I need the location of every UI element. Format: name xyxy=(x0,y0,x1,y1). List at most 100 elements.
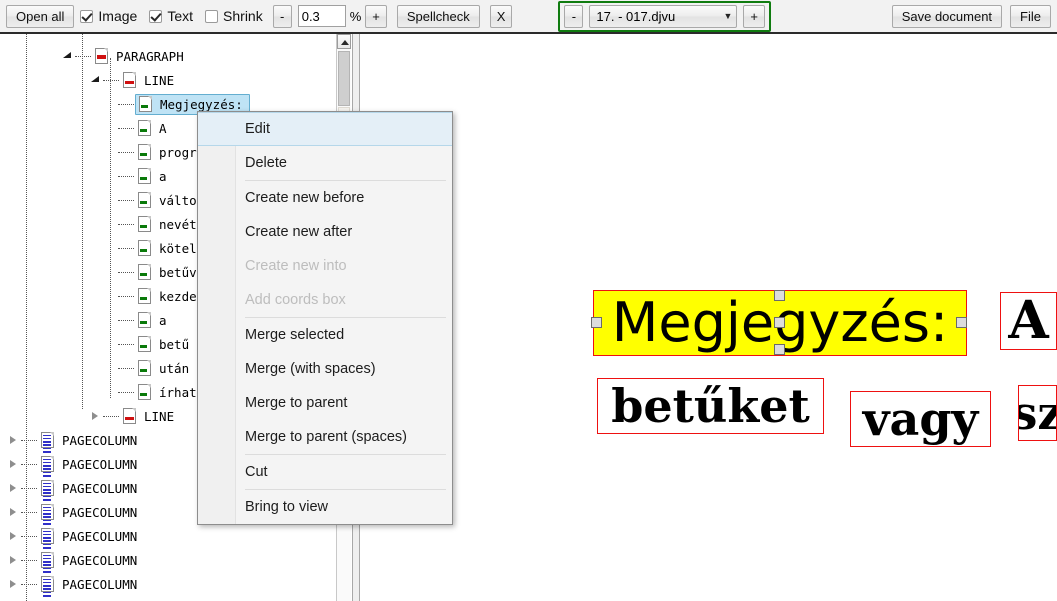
expand-arrow-icon[interactable] xyxy=(8,530,21,543)
tree-node-content[interactable]: LINE xyxy=(120,407,180,426)
tree-node-content[interactable]: PARAGRAPH xyxy=(92,47,190,66)
tree-node-content[interactable]: PAGECOLUMN xyxy=(38,575,143,594)
context-menu-item[interactable]: Bring to view xyxy=(198,490,452,524)
tree-node-content[interactable]: után xyxy=(135,359,195,378)
shrink-checkbox[interactable] xyxy=(205,10,218,23)
shrink-checkbox-wrapper[interactable]: Shrink xyxy=(205,8,263,24)
collapse-arrow-icon[interactable] xyxy=(90,74,103,87)
context-menu-item[interactable]: Cut xyxy=(198,455,452,489)
selection-resize-handle[interactable] xyxy=(774,290,785,301)
tree-node-word[interactable]: nevét xyxy=(118,212,203,236)
text-checkbox-wrapper[interactable]: Text xyxy=(149,8,193,24)
close-button[interactable]: X xyxy=(490,5,513,28)
tree-guide-line xyxy=(82,34,83,409)
tree-node-content[interactable]: A xyxy=(135,119,173,138)
collapse-arrow-icon[interactable] xyxy=(62,50,75,63)
page-next-button[interactable]: + xyxy=(743,5,765,28)
tree-node-label: PAGECOLUMN xyxy=(55,553,137,568)
tree-node-label: után xyxy=(152,361,189,376)
context-menu-item[interactable]: Merge (with spaces) xyxy=(198,352,452,386)
zoom-increase-button[interactable]: + xyxy=(365,5,387,28)
tree-node-word[interactable]: a xyxy=(118,164,173,188)
tree-node-label: A xyxy=(152,121,167,136)
context-menu-item[interactable]: Merge selected xyxy=(198,318,452,352)
tree-node-column[interactable]: PAGECOLUMN xyxy=(8,476,143,500)
expand-arrow-icon[interactable] xyxy=(8,506,21,519)
expand-arrow-icon[interactable] xyxy=(8,554,21,567)
page-select-dropdown[interactable]: 17. - 017.djvu ▼ xyxy=(589,5,737,28)
word-box[interactable]: A xyxy=(1000,292,1057,350)
tree-node-content[interactable]: PAGECOLUMN xyxy=(38,479,143,498)
column-node-icon xyxy=(40,480,55,497)
tree-connector-line xyxy=(118,296,134,297)
selection-resize-handle[interactable] xyxy=(774,344,785,355)
tree-node-content[interactable]: betű xyxy=(135,335,195,354)
context-menu-item[interactable]: Merge to parent (spaces) xyxy=(198,420,452,454)
paragraph-node-icon xyxy=(94,48,109,65)
context-menu-item[interactable]: Merge to parent xyxy=(198,386,452,420)
page-navigation-group: - 17. - 017.djvu ▼ + xyxy=(558,1,771,32)
tree-node-column[interactable]: PAGECOLUMN xyxy=(8,452,143,476)
zoom-decrease-button[interactable]: - xyxy=(273,5,292,28)
spellcheck-button[interactable]: Spellcheck xyxy=(397,5,480,28)
expand-arrow-icon[interactable] xyxy=(8,434,21,447)
word-box[interactable]: sz xyxy=(1018,385,1057,441)
tree-node-content[interactable]: a xyxy=(135,311,173,330)
image-checkbox[interactable] xyxy=(80,10,93,23)
image-checkbox-wrapper[interactable]: Image xyxy=(80,8,137,24)
selection-resize-handle[interactable] xyxy=(591,317,602,328)
column-node-icon xyxy=(40,504,55,521)
context-menu-item[interactable]: Delete xyxy=(198,146,452,180)
tree-node-word[interactable]: után xyxy=(118,356,195,380)
tree-node-column[interactable]: PAGECOLUMN xyxy=(8,428,143,452)
tree-node-column[interactable]: PAGECOLUMN xyxy=(8,500,143,524)
tree-connector-line xyxy=(118,104,134,105)
tree-node-content[interactable]: PAGECOLUMN xyxy=(38,455,143,474)
tree-node-content[interactable]: a xyxy=(135,167,173,186)
context-menu[interactable]: EditDeleteCreate new beforeCreate new af… xyxy=(197,111,453,525)
context-menu-item[interactable]: Create new before xyxy=(198,181,452,215)
tree-node-content[interactable]: LINE xyxy=(120,71,180,90)
tree-node-line[interactable]: LINE xyxy=(90,404,180,428)
tree-node-column[interactable]: PAGECOLUMN xyxy=(8,524,143,548)
tree-node-content[interactable]: PAGECOLUMN xyxy=(38,527,143,546)
selection-resize-handle[interactable] xyxy=(956,317,967,328)
text-checkbox[interactable] xyxy=(149,10,162,23)
tree-node-column[interactable]: PAGECOLUMN xyxy=(8,548,143,572)
word-box-text: sz xyxy=(1018,390,1057,436)
tree-guide-line xyxy=(110,58,111,398)
tree-node-line[interactable]: LINE xyxy=(90,68,180,92)
tree-node-word[interactable]: a xyxy=(118,308,173,332)
tree-node-word[interactable]: betű xyxy=(118,332,195,356)
page-previous-button[interactable]: - xyxy=(564,5,583,28)
context-menu-item[interactable]: Edit xyxy=(198,112,452,146)
expand-arrow-icon[interactable] xyxy=(8,482,21,495)
word-box[interactable]: vagy xyxy=(850,391,991,447)
zoom-value-input[interactable] xyxy=(298,5,346,27)
line-node-icon xyxy=(122,408,137,425)
tree-node-column[interactable]: PAGECOLUMN xyxy=(8,572,143,596)
save-document-button[interactable]: Save document xyxy=(892,5,1002,28)
tree-node-word[interactable]: A xyxy=(118,116,173,140)
tree-connector-line xyxy=(118,176,134,177)
scrollbar-thumb[interactable] xyxy=(338,51,350,106)
file-menu-button[interactable]: File xyxy=(1010,5,1051,28)
word-node-icon xyxy=(137,216,152,233)
open-all-button[interactable]: Open all xyxy=(6,5,74,28)
page-image-panel[interactable]: Megjegyzés:Abetűketvagysz xyxy=(361,34,1057,601)
tree-node-content[interactable]: PAGECOLUMN xyxy=(38,431,143,450)
tree-node-content[interactable]: PAGECOLUMN xyxy=(38,503,143,522)
tree-node-content[interactable]: PAGECOLUMN xyxy=(38,551,143,570)
word-box[interactable]: betűket xyxy=(597,378,824,434)
expand-arrow-icon[interactable] xyxy=(90,410,103,423)
expand-arrow-icon[interactable] xyxy=(8,458,21,471)
tree-node-label: PAGECOLUMN xyxy=(55,529,137,544)
scroll-up-arrow-icon[interactable] xyxy=(337,34,351,49)
tree-node-label: PAGECOLUMN xyxy=(55,481,137,496)
context-menu-item[interactable]: Create new after xyxy=(198,215,452,249)
selection-resize-handle[interactable] xyxy=(774,317,785,328)
tree-node-paragraph[interactable]: PARAGRAPH xyxy=(62,44,190,68)
tree-node-label: PARAGRAPH xyxy=(109,49,184,64)
expand-arrow-icon[interactable] xyxy=(8,578,21,591)
tree-node-content[interactable]: nevét xyxy=(135,215,203,234)
